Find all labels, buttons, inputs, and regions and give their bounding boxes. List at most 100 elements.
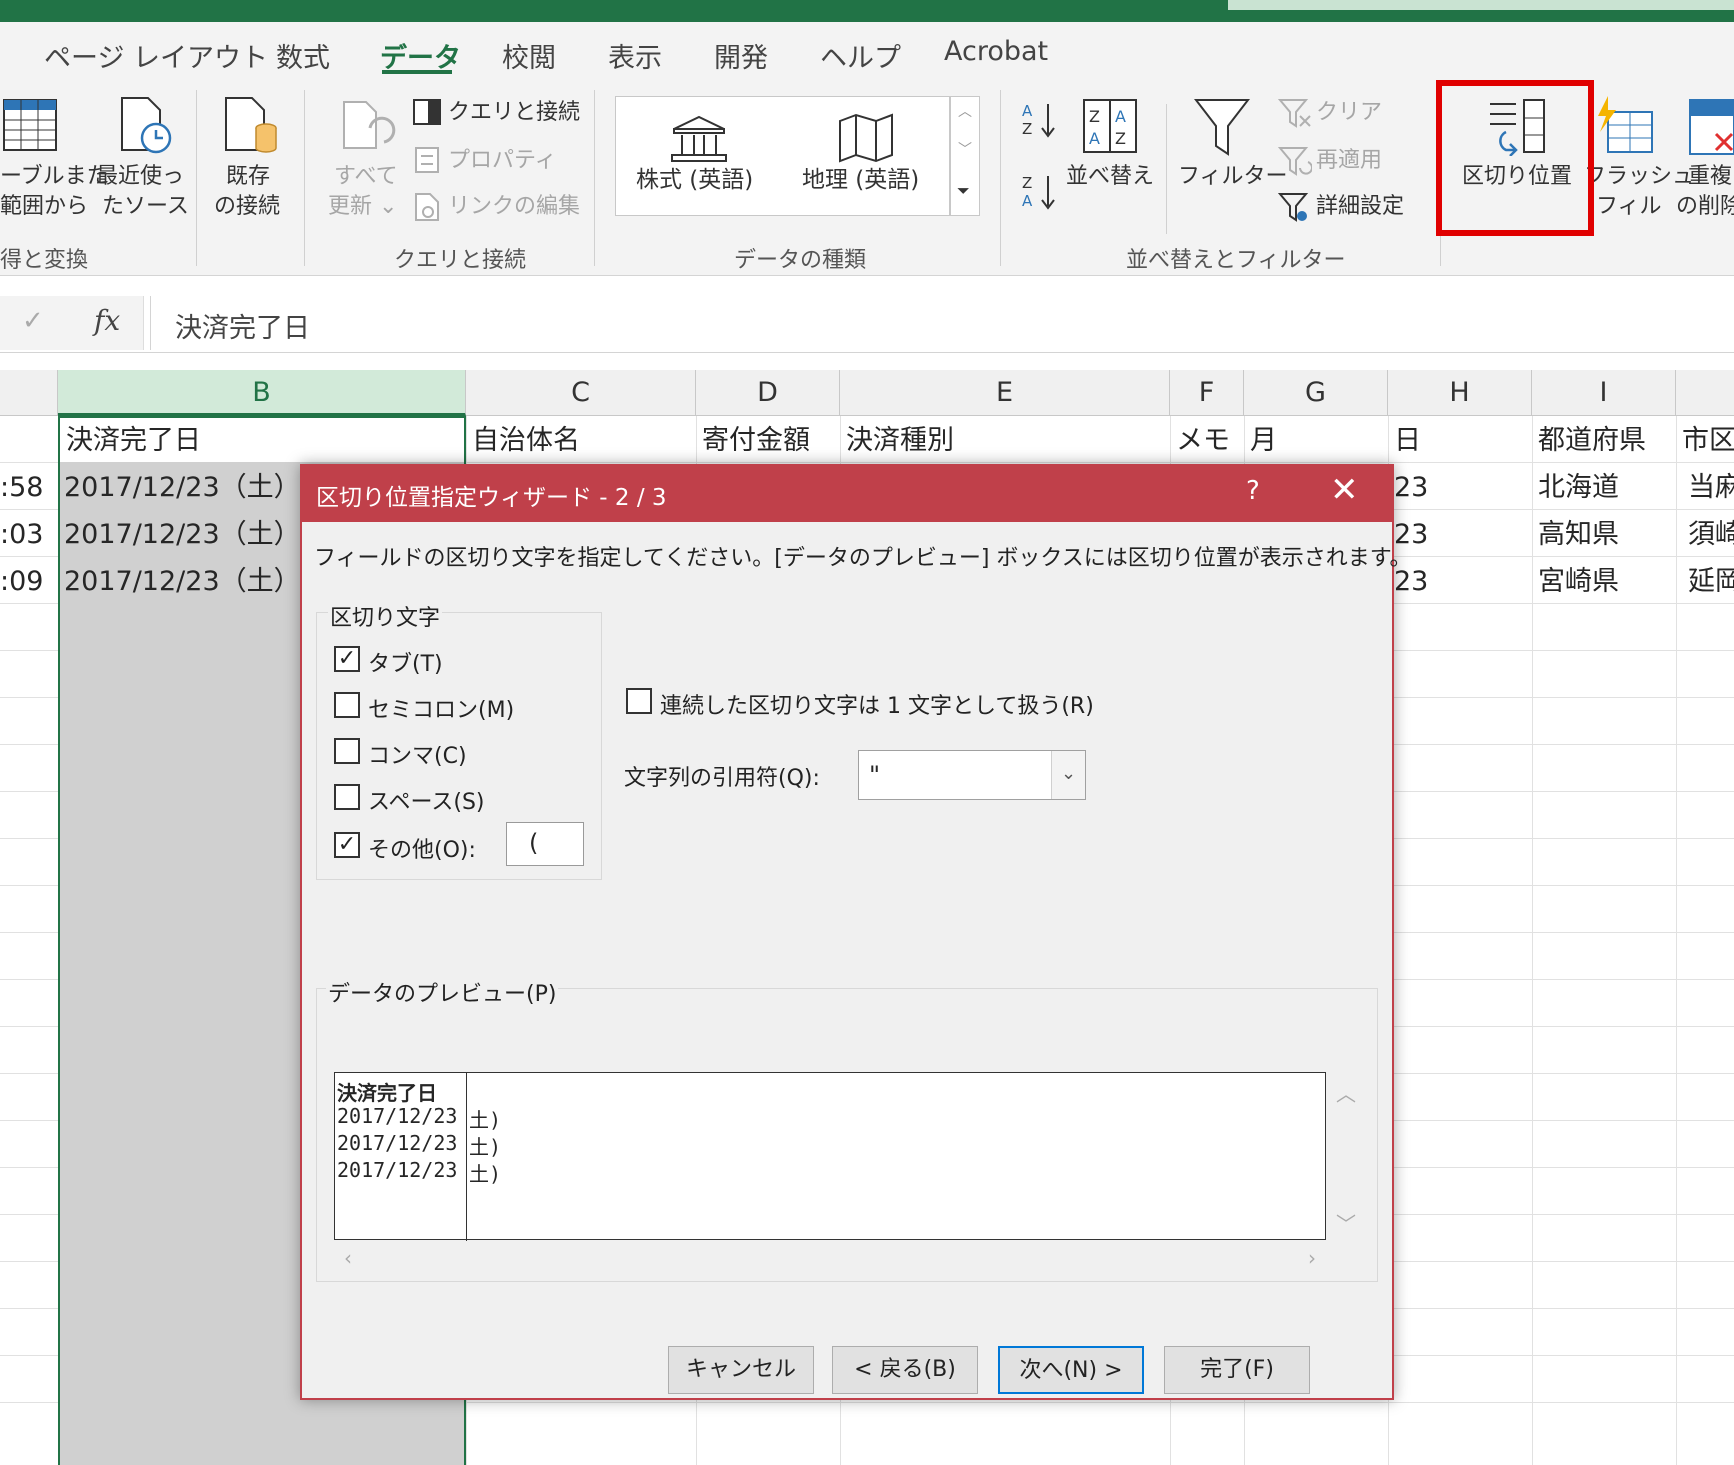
- checkbox-semicolon-label[interactable]: セミコロン(M): [368, 692, 514, 724]
- cell-b4[interactable]: 2017/12/23（土）: [64, 559, 301, 605]
- cell-a4[interactable]: :09: [0, 559, 43, 605]
- more-icon[interactable]: ⏷: [957, 181, 970, 201]
- clear-label[interactable]: クリア: [1316, 98, 1382, 128]
- filter-label[interactable]: フィルター: [1178, 162, 1288, 192]
- cell-a2[interactable]: :58: [0, 465, 43, 511]
- cell-j2[interactable]: 当麻: [1688, 465, 1734, 511]
- data-types-scroller[interactable]: ︿ ﹀ ⏷: [950, 96, 980, 216]
- cell-h1[interactable]: 日: [1394, 418, 1421, 464]
- cell-e1[interactable]: 決済種別: [846, 418, 954, 464]
- data-preview-box[interactable]: 決済完了日 2017/12/23 2017/12/23 2017/12/23 土…: [334, 1072, 1326, 1241]
- existing-connections-label-2[interactable]: の接続: [214, 192, 280, 222]
- flash-fill-label-1[interactable]: フラッシュ: [1584, 162, 1694, 192]
- cell-f1[interactable]: メモ: [1176, 418, 1230, 464]
- cell-i3[interactable]: 高知県: [1538, 512, 1619, 558]
- other-delimiter-input[interactable]: (: [506, 822, 584, 866]
- tab-help[interactable]: ヘルプ: [820, 36, 901, 75]
- refresh-all-label-2[interactable]: 更新 ⌄: [328, 192, 397, 222]
- checkbox-consecutive-label[interactable]: 連続した区切り文字は 1 文字として扱う(R): [660, 688, 1094, 720]
- sort-label[interactable]: 並べ替え: [1066, 162, 1154, 192]
- chevron-down-icon[interactable]: ﹀: [958, 139, 972, 159]
- checkbox-comma[interactable]: [334, 738, 360, 764]
- stocks-icon[interactable]: [670, 113, 728, 163]
- cell-j3[interactable]: 須崎: [1688, 512, 1734, 558]
- checkbox-other[interactable]: ✓: [334, 832, 360, 858]
- back-button[interactable]: < 戻る(B): [832, 1346, 978, 1394]
- cell-g1[interactable]: 月: [1250, 418, 1277, 464]
- flash-fill-icon[interactable]: [1594, 94, 1656, 156]
- next-button[interactable]: 次へ(N) >: [998, 1346, 1144, 1394]
- recent-sources-icon[interactable]: [118, 94, 174, 158]
- chevron-down-icon[interactable]: ⌄: [1051, 751, 1085, 799]
- refresh-all-icon[interactable]: [340, 98, 398, 156]
- sort-icon[interactable]: ZA AZ: [1080, 96, 1140, 156]
- column-header-e[interactable]: E: [840, 370, 1170, 416]
- cell-b1[interactable]: 決済完了日: [66, 418, 201, 464]
- properties-label[interactable]: プロパティ: [448, 146, 557, 176]
- checkbox-comma-label[interactable]: コンマ(C): [368, 738, 467, 770]
- remove-duplicates-label-2[interactable]: の削除: [1676, 192, 1734, 222]
- advanced-filter-icon[interactable]: [1278, 192, 1312, 224]
- chevron-up-icon[interactable]: ︿: [958, 101, 972, 121]
- from-table-label-1[interactable]: ーブルまた: [0, 162, 109, 192]
- clear-filter-icon[interactable]: [1278, 98, 1312, 128]
- column-header-b[interactable]: B: [58, 370, 466, 416]
- sort-a-z-icon[interactable]: AZ: [1020, 100, 1060, 140]
- preview-column-2[interactable]: 土) 土) 土): [467, 1073, 667, 1241]
- remove-duplicates-icon[interactable]: [1688, 98, 1734, 156]
- checkbox-other-label[interactable]: その他(O):: [368, 832, 476, 864]
- advanced-label[interactable]: 詳細設定: [1316, 192, 1404, 222]
- formula-input[interactable]: 決済完了日: [150, 296, 1734, 350]
- from-table-label-2[interactable]: 範囲から: [0, 192, 88, 222]
- checkbox-consecutive[interactable]: [626, 688, 652, 714]
- cell-j4[interactable]: 延岡: [1688, 559, 1734, 605]
- reapply-label[interactable]: 再適用: [1316, 146, 1382, 176]
- column-header-h[interactable]: H: [1388, 370, 1532, 416]
- scroll-right-icon[interactable]: ›: [1308, 1246, 1316, 1270]
- column-header-c[interactable]: C: [466, 370, 696, 416]
- stocks-label[interactable]: 株式 (英語): [636, 165, 753, 195]
- text-qualifier-select[interactable]: " ⌄: [858, 750, 1086, 800]
- properties-icon[interactable]: [414, 146, 442, 174]
- scroll-down-icon[interactable]: ﹀: [1336, 1208, 1356, 1237]
- close-icon[interactable]: ✕: [1330, 470, 1359, 510]
- column-header-g[interactable]: G: [1244, 370, 1388, 416]
- scroll-up-icon[interactable]: ︿: [1336, 1078, 1356, 1107]
- flash-fill-label-2[interactable]: フィル: [1596, 192, 1662, 222]
- filter-icon[interactable]: [1194, 96, 1250, 158]
- tab-acrobat[interactable]: Acrobat: [944, 36, 1048, 67]
- tab-formulas[interactable]: 数式: [276, 36, 330, 75]
- checkbox-tab[interactable]: ✓: [334, 646, 360, 672]
- existing-connections-label-1[interactable]: 既存: [226, 162, 270, 192]
- cell-c1[interactable]: 自治体名: [472, 418, 580, 464]
- reapply-icon[interactable]: [1278, 146, 1312, 178]
- recent-sources-label-2[interactable]: たソース: [102, 192, 189, 222]
- remove-duplicates-label-1[interactable]: 重複: [1688, 162, 1732, 192]
- queries-connections-icon[interactable]: [412, 98, 442, 126]
- recent-sources-label-1[interactable]: 最近使っ: [96, 162, 184, 192]
- cell-d1[interactable]: 寄付金額: [702, 418, 810, 464]
- checkbox-space-label[interactable]: スペース(S): [368, 784, 485, 816]
- cell-i1[interactable]: 都道府県: [1538, 418, 1646, 464]
- queries-connections-label[interactable]: クエリと接続: [448, 98, 580, 128]
- cell-b3[interactable]: 2017/12/23（土）: [64, 512, 301, 558]
- checkbox-semicolon[interactable]: [334, 692, 360, 718]
- sort-z-a-icon[interactable]: ZA: [1020, 172, 1060, 212]
- finish-button[interactable]: 完了(F): [1164, 1346, 1310, 1394]
- tab-page-layout[interactable]: ページ レイアウト: [44, 36, 268, 75]
- geography-label[interactable]: 地理 (英語): [802, 165, 919, 195]
- edit-links-icon[interactable]: [414, 192, 442, 222]
- scroll-left-icon[interactable]: ‹: [344, 1246, 352, 1270]
- cell-i4[interactable]: 宮崎県: [1538, 559, 1619, 605]
- tab-review[interactable]: 校閲: [502, 36, 556, 75]
- column-header-a[interactable]: [0, 370, 58, 416]
- fx-icon[interactable]: fx: [94, 304, 120, 337]
- cell-b2[interactable]: 2017/12/23（土）: [64, 465, 301, 511]
- existing-connections-icon[interactable]: [222, 94, 282, 158]
- checkbox-space[interactable]: [334, 784, 360, 810]
- check-icon[interactable]: ✓: [22, 306, 44, 336]
- tab-developer[interactable]: 開発: [714, 36, 768, 75]
- help-icon[interactable]: ?: [1246, 476, 1260, 506]
- column-header-d[interactable]: D: [696, 370, 840, 416]
- edit-links-label[interactable]: リンクの編集: [448, 192, 580, 222]
